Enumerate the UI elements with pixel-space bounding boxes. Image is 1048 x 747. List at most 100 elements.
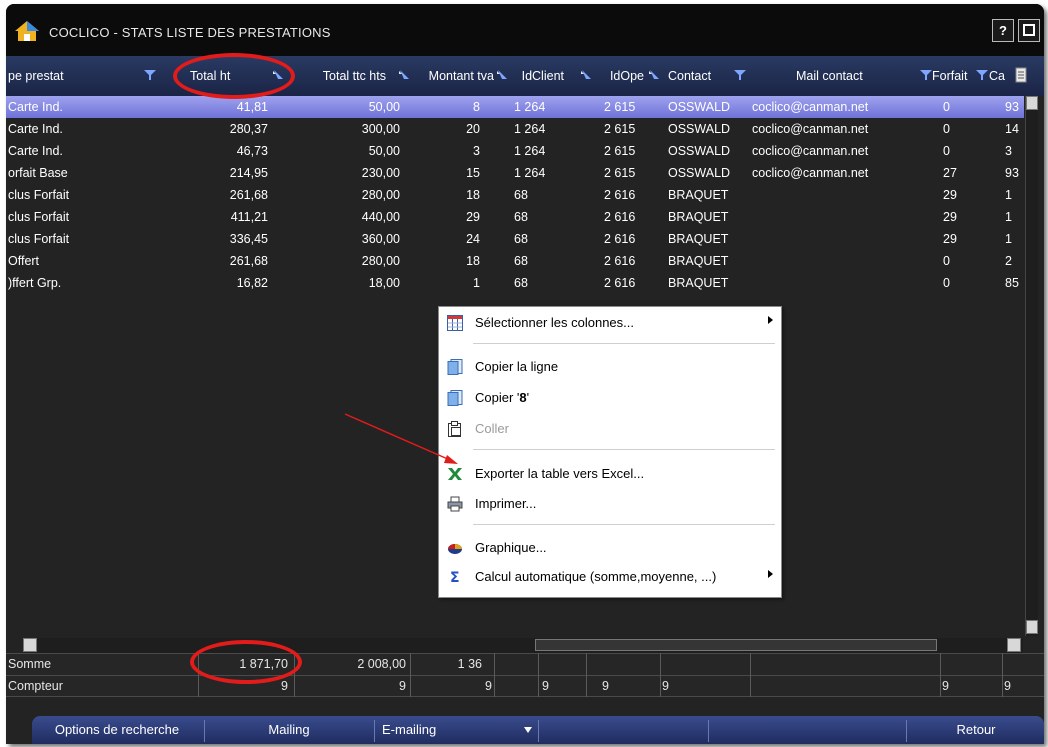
menu-item-select-columns[interactable]: Sélectionner les colonnes... — [439, 311, 781, 335]
cell-total-ttc[interactable]: 50,00 — [296, 140, 400, 162]
cell-mail[interactable] — [752, 250, 922, 272]
sort-icon[interactable] — [648, 69, 660, 81]
search-options-button[interactable]: Options de recherche — [32, 716, 202, 744]
cell-type[interactable]: clus Forfait — [8, 206, 138, 228]
cell-idope[interactable]: 2 616 — [604, 184, 654, 206]
cell-forfait[interactable]: 0 — [943, 140, 973, 162]
table-row[interactable]: Carte Ind. 46,73 50,00 3 1 264 2 615 OSSWALD co… — [6, 140, 1024, 162]
cell-tva[interactable]: 1 — [410, 272, 480, 294]
horizontal-scrollbar[interactable] — [23, 638, 1023, 653]
cell-type[interactable]: Carte Ind. — [8, 140, 138, 162]
cell-forfait[interactable]: 29 — [943, 206, 973, 228]
cell-total-ht[interactable]: 214,95 — [190, 162, 268, 184]
cell-mail[interactable] — [752, 272, 922, 294]
cell-total-ttc[interactable]: 18,00 — [296, 272, 400, 294]
cell-total-ht[interactable]: 261,68 — [190, 250, 268, 272]
menu-item-auto-calc[interactable]: Σ Calcul automatique (somme,moyenne, ...… — [439, 565, 781, 589]
cell-ca[interactable]: 2 — [1005, 250, 1025, 272]
cell-mail[interactable]: coclico@canman.net — [752, 118, 922, 140]
cell-tva[interactable]: 8 — [410, 96, 480, 118]
filter-funnel-icon[interactable] — [920, 69, 932, 81]
cell-idclient[interactable]: 68 — [514, 272, 572, 294]
cell-idope[interactable]: 2 615 — [604, 162, 654, 184]
cell-idope[interactable]: 2 616 — [604, 206, 654, 228]
cell-tva[interactable]: 24 — [410, 228, 480, 250]
cell-ca[interactable]: 93 — [1005, 96, 1025, 118]
cell-contact[interactable]: OSSWALD — [668, 162, 748, 184]
cell-tva[interactable]: 29 — [410, 206, 480, 228]
cell-contact[interactable]: BRAQUET — [668, 184, 748, 206]
menu-item-export-excel[interactable]: Exporter la table vers Excel... — [439, 462, 781, 486]
cell-type[interactable]: clus Forfait — [8, 228, 138, 250]
menu-item-chart[interactable]: Graphique... — [439, 536, 781, 560]
cell-total-ht[interactable]: 280,37 — [190, 118, 268, 140]
vertical-scrollbar[interactable] — [1025, 96, 1038, 636]
cell-contact[interactable]: BRAQUET — [668, 228, 748, 250]
menu-item-copy-row[interactable]: Copier la ligne — [439, 355, 781, 379]
mailing-button[interactable]: Mailing — [206, 716, 372, 744]
cell-idope[interactable]: 2 616 — [604, 250, 654, 272]
cell-forfait[interactable]: 0 — [943, 250, 973, 272]
cell-ca[interactable]: 1 — [1005, 184, 1025, 206]
cell-mail[interactable]: coclico@canman.net — [752, 96, 922, 118]
cell-contact[interactable]: BRAQUET — [668, 272, 748, 294]
table-row[interactable]: orfait Base 214,95 230,00 15 1 264 2 615 OSSWA… — [6, 162, 1024, 184]
cell-ca[interactable]: 14 — [1005, 118, 1025, 140]
emailing-dropdown[interactable]: E-mailing — [376, 716, 536, 744]
cell-tva[interactable]: 15 — [410, 162, 480, 184]
column-header-montant-tva[interactable]: Montant tva — [406, 56, 494, 96]
maximize-button[interactable] — [1018, 19, 1040, 42]
cell-forfait[interactable]: 0 — [943, 118, 973, 140]
cell-total-ht[interactable]: 41,81 — [190, 96, 268, 118]
table-row[interactable]: clus Forfait 411,21 440,00 29 68 2 616 BRAQUET… — [6, 206, 1024, 228]
cell-idclient[interactable]: 68 — [514, 184, 572, 206]
cell-mail[interactable]: coclico@canman.net — [752, 162, 922, 184]
cell-idclient[interactable]: 68 — [514, 228, 572, 250]
table-row[interactable]: clus Forfait 336,45 360,00 24 68 2 616 BRAQUET… — [6, 228, 1024, 250]
column-chooser-icon[interactable] — [1015, 67, 1027, 83]
cell-mail[interactable] — [752, 206, 922, 228]
cell-idope[interactable]: 2 616 — [604, 272, 654, 294]
cell-contact[interactable]: OSSWALD — [668, 140, 748, 162]
cell-tva[interactable]: 20 — [410, 118, 480, 140]
cell-contact[interactable]: OSSWALD — [668, 118, 748, 140]
scroll-up-button[interactable] — [1026, 96, 1038, 110]
column-header-contact[interactable]: Contact — [668, 56, 730, 96]
cell-total-ttc[interactable]: 300,00 — [296, 118, 400, 140]
cell-idclient[interactable]: 1 264 — [514, 118, 572, 140]
column-header-ca[interactable]: Ca — [989, 56, 1015, 96]
filter-funnel-icon[interactable] — [976, 69, 988, 81]
cell-idclient[interactable]: 68 — [514, 206, 572, 228]
cell-forfait[interactable]: 29 — [943, 184, 973, 206]
cell-idclient[interactable]: 1 264 — [514, 140, 572, 162]
cell-type[interactable]: Carte Ind. — [8, 118, 138, 140]
cell-total-ht[interactable]: 46,73 — [190, 140, 268, 162]
cell-idclient[interactable]: 1 264 — [514, 96, 572, 118]
cell-forfait[interactable]: 0 — [943, 96, 973, 118]
horizontal-scroll-thumb[interactable] — [535, 639, 937, 651]
column-header-type[interactable]: pe prestat — [8, 56, 138, 96]
cell-total-ttc[interactable]: 230,00 — [296, 162, 400, 184]
column-header-total-ttc[interactable]: Total ttc hts — [286, 56, 386, 96]
menu-item-print[interactable]: Imprimer... — [439, 492, 781, 516]
cell-forfait[interactable]: 29 — [943, 228, 973, 250]
cell-type[interactable]: orfait Base — [8, 162, 138, 184]
cell-idope[interactable]: 2 616 — [604, 228, 654, 250]
table-row[interactable]: )ffert Grp. 16,82 18,00 1 68 2 616 BRAQUET 0 85 — [6, 272, 1024, 294]
filter-funnel-icon[interactable] — [144, 69, 156, 81]
cell-idclient[interactable]: 68 — [514, 250, 572, 272]
cell-total-ht[interactable]: 336,45 — [190, 228, 268, 250]
cell-forfait[interactable]: 27 — [943, 162, 973, 184]
cell-tva[interactable]: 3 — [410, 140, 480, 162]
cell-type[interactable]: Offert — [8, 250, 138, 272]
cell-idope[interactable]: 2 615 — [604, 118, 654, 140]
cell-mail[interactable]: coclico@canman.net — [752, 140, 922, 162]
cell-type[interactable]: )ffert Grp. — [8, 272, 138, 294]
cell-total-ttc[interactable]: 440,00 — [296, 206, 400, 228]
cell-type[interactable]: Carte Ind. — [8, 96, 138, 118]
column-header-idclient[interactable]: IdClient — [504, 56, 564, 96]
cell-total-ttc[interactable]: 50,00 — [296, 96, 400, 118]
scroll-right-button[interactable] — [1007, 638, 1021, 652]
cell-mail[interactable] — [752, 228, 922, 250]
scroll-down-button[interactable] — [1026, 620, 1038, 634]
